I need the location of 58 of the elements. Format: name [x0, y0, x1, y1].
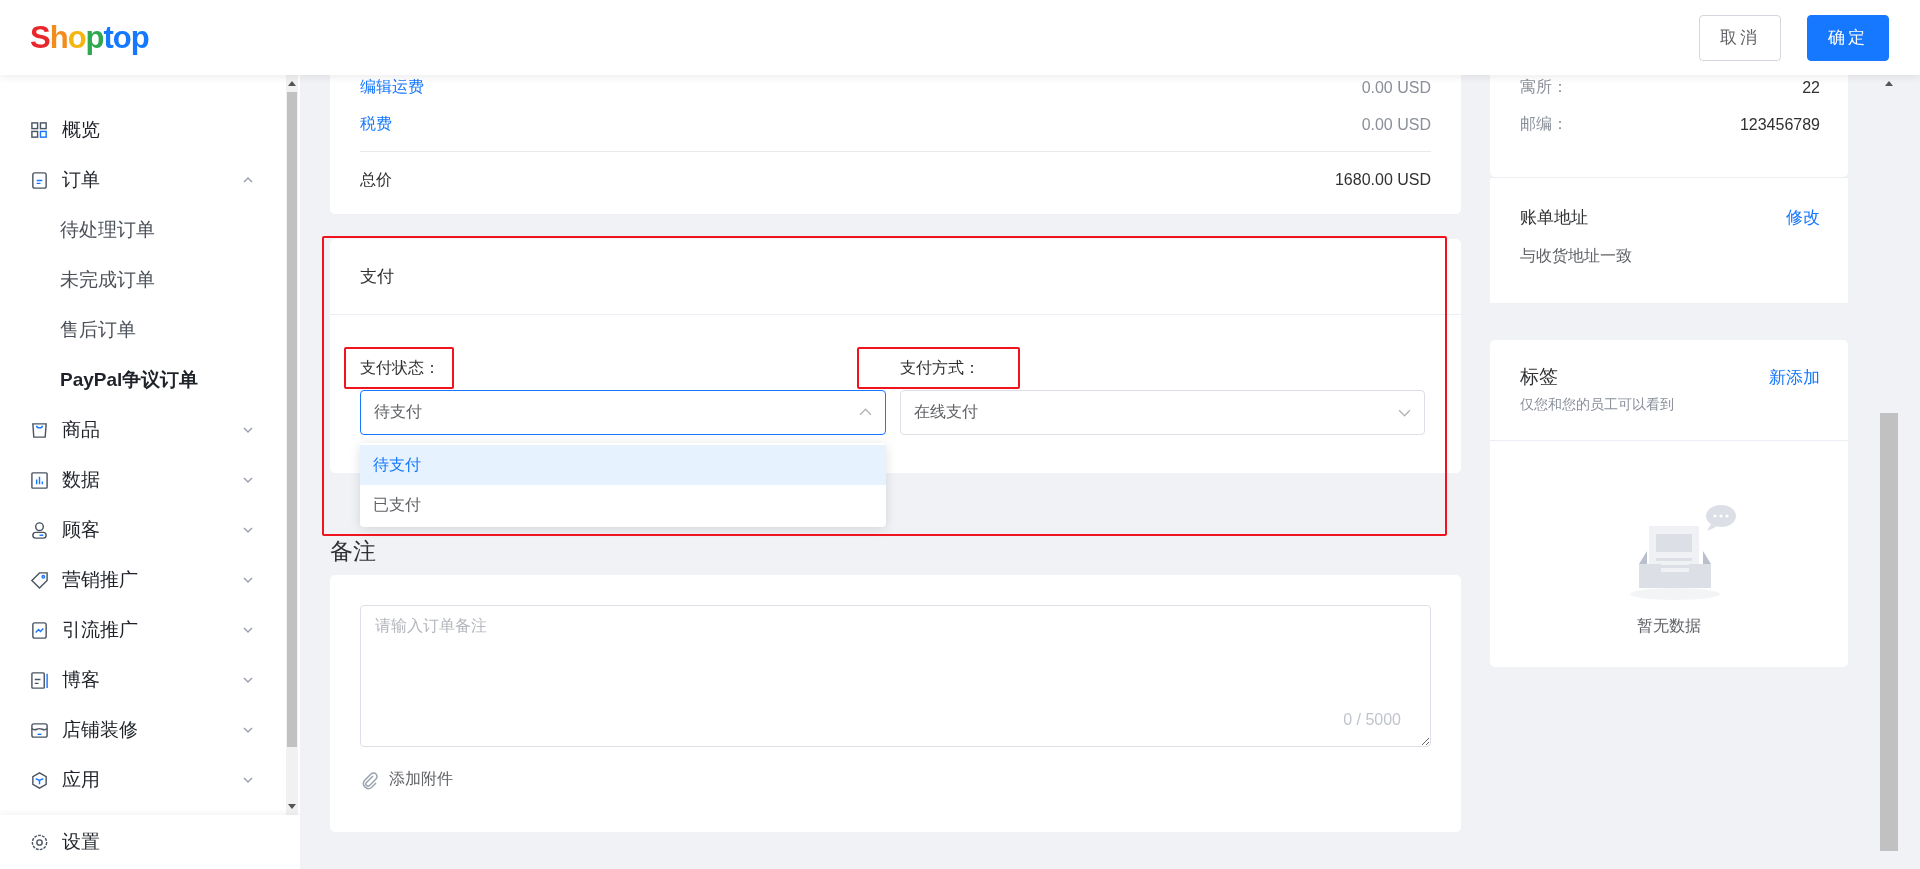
nav-item[interactable]: 订单	[0, 155, 286, 205]
add-link[interactable]: 新添加	[1769, 365, 1820, 389]
settings-icon	[30, 832, 49, 852]
attach-link[interactable]: 添加附件	[360, 769, 453, 790]
nav-item[interactable]: 引流推广	[0, 605, 286, 655]
nav-subitem[interactable]: 未完成订单	[0, 255, 286, 305]
amount-value: 0.00 USD	[1361, 115, 1431, 134]
nav-subitem[interactable]: 待处理订单	[0, 205, 286, 255]
dropdown-option[interactable]: 待支付	[360, 445, 886, 485]
card-title: 标签	[1520, 365, 1558, 389]
field-value: 22	[1802, 78, 1820, 97]
nav-item[interactable]: 应用	[0, 755, 286, 805]
amount-value: 1680.00 USD	[1334, 171, 1431, 189]
confirm-button[interactable]: 确定	[1807, 14, 1889, 61]
empty-state-text: 暂无数据	[1637, 616, 1701, 636]
trend-document-icon	[30, 620, 49, 640]
fee-link[interactable]: 编辑运费	[360, 77, 424, 98]
card-subtitle: 仅您和您的员工可以看到	[1520, 396, 1675, 414]
nav-item[interactable]: 顾客	[0, 505, 286, 555]
scrollbar[interactable]	[286, 75, 298, 815]
card-title: 支付	[360, 266, 394, 288]
dropdown-option[interactable]: 已支付	[360, 485, 886, 525]
amount-value: 0.00 USD	[1361, 78, 1431, 97]
nav-item[interactable]: 店铺装修	[0, 705, 286, 755]
section-title: 备注	[330, 537, 376, 565]
list-document-icon	[30, 670, 49, 690]
tag-icon	[30, 570, 49, 590]
logo[interactable]: Shoptop	[30, 19, 149, 56]
cube-icon	[30, 770, 49, 790]
total-label: 总价	[360, 169, 392, 190]
nav-item[interactable]: 商品	[0, 405, 286, 455]
field-value: 123456789	[1739, 115, 1820, 134]
nav-item[interactable]: 博客	[0, 655, 286, 705]
card-title: 账单地址	[1520, 207, 1588, 229]
nav-item[interactable]: 概览	[0, 105, 286, 155]
person-icon	[30, 520, 49, 540]
document-icon	[30, 170, 49, 190]
paperclip-icon	[360, 769, 380, 790]
field-label: 邮编：	[1520, 114, 1568, 134]
edit-link[interactable]: 修改	[1786, 206, 1820, 229]
field-label: 支付状态：	[360, 359, 440, 376]
box-icon	[30, 420, 49, 440]
nav-subitem[interactable]: 售后订单	[0, 305, 286, 355]
fee-link[interactable]: 税费	[360, 114, 392, 135]
cancel-button[interactable]: 取消	[1699, 14, 1781, 61]
bar-chart-icon	[30, 470, 49, 490]
select-field[interactable]: 在线支付	[899, 390, 1425, 435]
nav-item[interactable]: 营销推广	[0, 555, 286, 605]
field-label: 支付方式：	[899, 359, 980, 376]
nav-subitem[interactable]: PayPal争议订单	[0, 355, 286, 405]
select-field[interactable]: 待支付	[360, 390, 886, 435]
grid-icon	[30, 120, 49, 140]
character-counter: 0 / 5000	[1343, 711, 1401, 729]
billing-note: 与收货地址一致	[1520, 246, 1633, 266]
nav-item[interactable]: 数据	[0, 455, 286, 505]
field-label: 寓所：	[1520, 77, 1568, 97]
store-icon	[30, 720, 49, 740]
settings-item[interactable]: 设置	[0, 815, 300, 869]
